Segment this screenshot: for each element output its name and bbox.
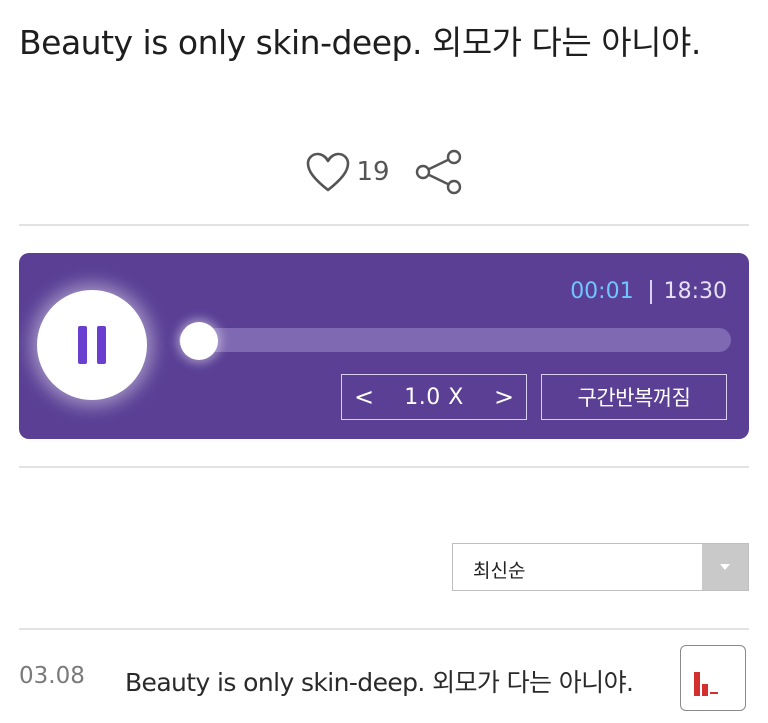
pause-button[interactable] (37, 290, 147, 400)
time-display: 00:01 18:30 (570, 279, 727, 304)
like-button[interactable]: 19 (304, 150, 413, 194)
item-text: Beauty is only skin-deep. 외모가 다는 아니야. (125, 668, 634, 697)
section-repeat-button[interactable]: 구간반복꺼짐 (541, 374, 727, 420)
list-item[interactable]: 03.08 Beauty is only skin-deep. 외모가 다는 아… (0, 645, 768, 715)
time-separator (649, 279, 652, 304)
divider (19, 628, 749, 630)
current-time: 00:01 (570, 279, 634, 304)
like-count: 19 (356, 157, 390, 187)
sort-selected-value: 최신순 (473, 560, 526, 582)
sort-select[interactable]: 최신순 (452, 543, 749, 591)
page-title: Beauty is only skin-deep. 외모가 다는 아니야. (19, 23, 701, 62)
chevron-down-icon (702, 544, 748, 590)
heart-outline-icon (307, 152, 350, 192)
audio-player: 00:01 18:30 < 1.0 X > 구간반복꺼짐 (19, 253, 749, 439)
progress-thumb[interactable] (180, 322, 218, 360)
item-date: 03.08 (19, 663, 85, 689)
speed-value: 1.0 X (404, 384, 464, 410)
divider (19, 224, 749, 226)
chart-icon (694, 672, 718, 696)
speed-control: < 1.0 X > (341, 374, 527, 420)
item-chart-button[interactable] (680, 645, 746, 711)
divider (19, 466, 749, 468)
progress-bar[interactable] (179, 322, 731, 360)
social-bar: 19 (0, 146, 768, 198)
pause-icon (78, 326, 106, 364)
speed-decrease-button[interactable]: < (342, 375, 386, 419)
share-icon[interactable] (414, 148, 464, 196)
total-time: 18:30 (663, 279, 727, 304)
speed-increase-button[interactable]: > (482, 375, 526, 419)
